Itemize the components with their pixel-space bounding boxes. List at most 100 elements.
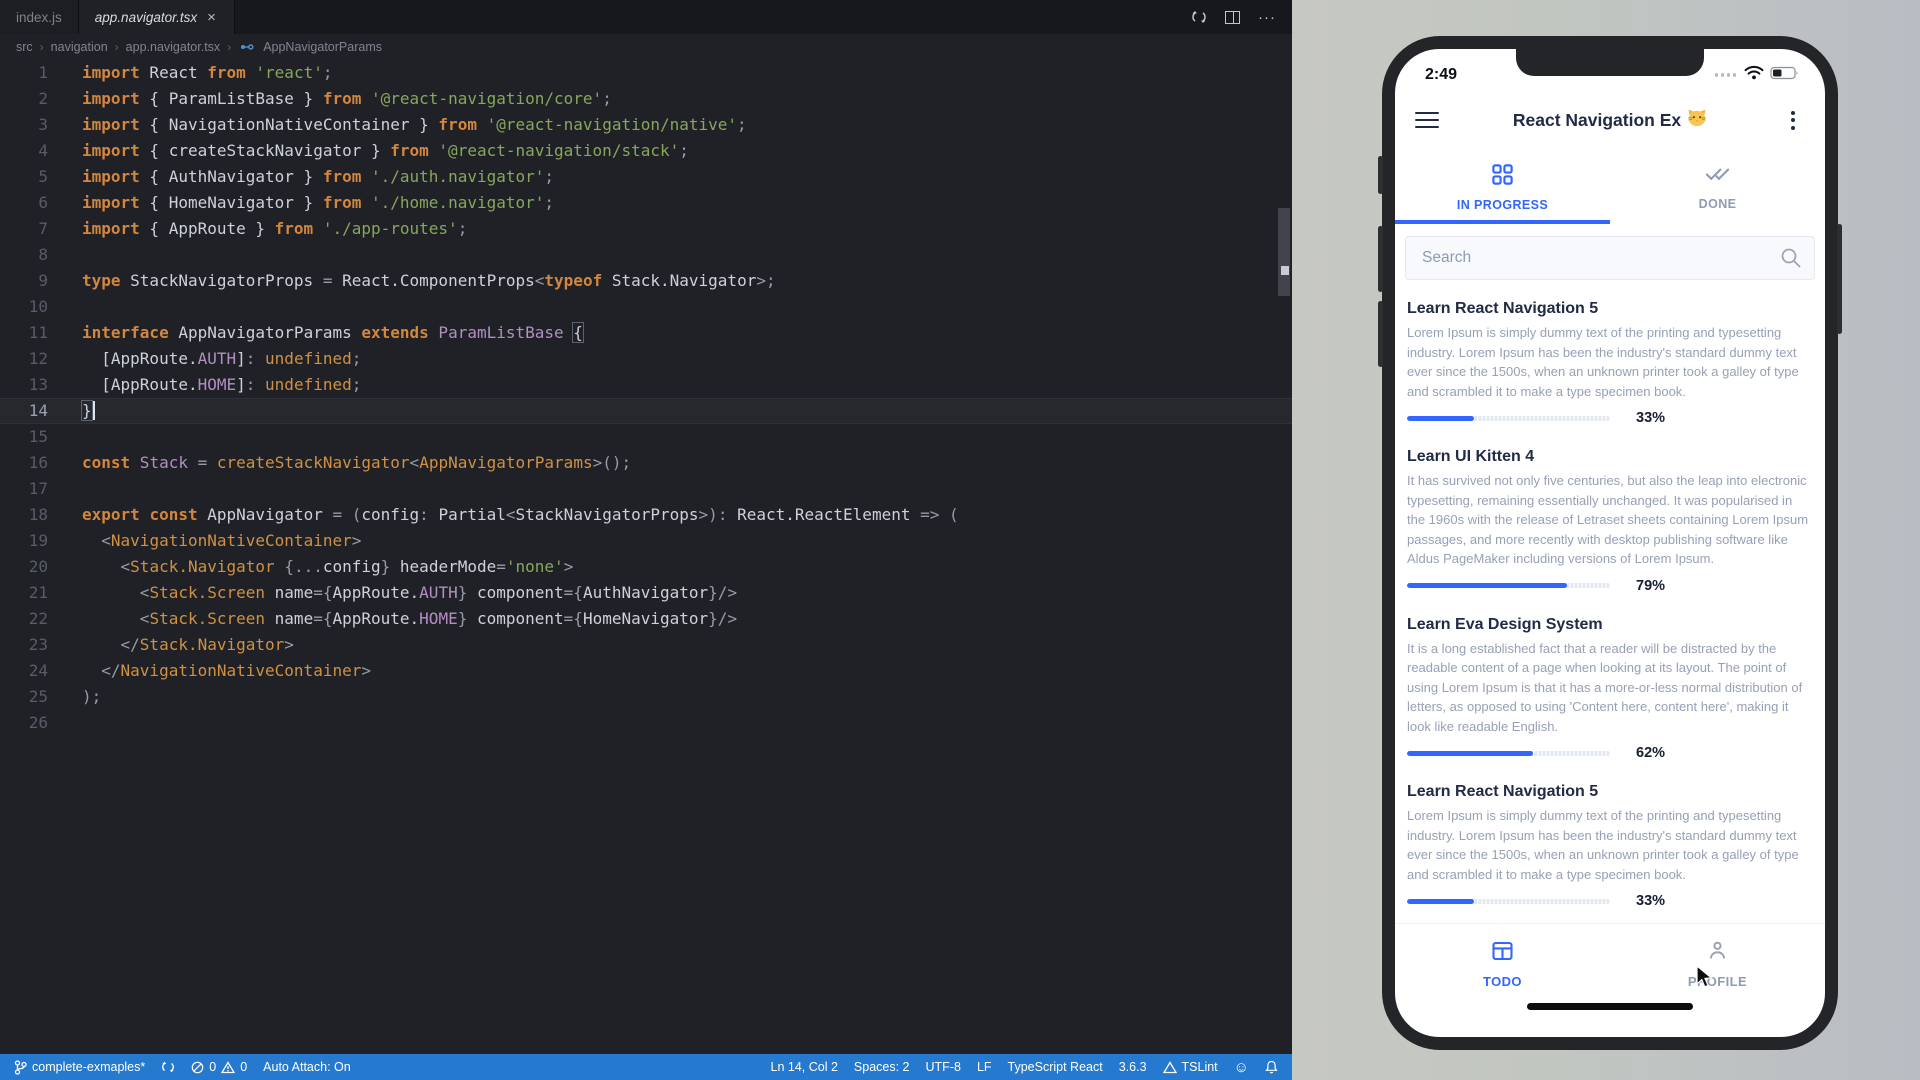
breadcrumb-item-navigation[interactable]: navigation	[51, 40, 108, 54]
volume-down-button[interactable]	[1378, 301, 1383, 367]
progress-fill	[1407, 583, 1567, 588]
code-line[interactable]: 18export const AppNavigator = (config: P…	[0, 502, 1292, 528]
auto-attach-item[interactable]: Auto Attach: On	[263, 1060, 351, 1074]
code-line[interactable]: 26	[0, 710, 1292, 736]
problems-item[interactable]: 0 0	[191, 1060, 247, 1074]
code-line[interactable]: 9type StackNavigatorProps = React.Compon…	[0, 268, 1292, 294]
home-indicator[interactable]	[1527, 1003, 1693, 1010]
bottom-tab-label: TODO	[1483, 974, 1522, 989]
code-line[interactable]: 24 </NavigationNativeContainer>	[0, 658, 1292, 684]
bottom-tab-profile[interactable]: PROFILE	[1610, 924, 1825, 1003]
ts-version-item[interactable]: 3.6.3	[1119, 1060, 1147, 1074]
app-title-text: React Navigation Ex	[1513, 110, 1681, 131]
code-line[interactable]: 3import { NavigationNativeContainer } fr…	[0, 112, 1292, 138]
code-line[interactable]: 6import { HomeNavigator } from './home.n…	[0, 190, 1292, 216]
code-line[interactable]: 5import { AuthNavigator } from './auth.n…	[0, 164, 1292, 190]
sync-status-item[interactable]	[161, 1060, 175, 1074]
split-editor-icon[interactable]	[1225, 11, 1240, 24]
todo-card-progress: 79%	[1407, 578, 1813, 594]
todo-card[interactable]: Learn React Navigation 5 Lorem Ipsum is …	[1405, 290, 1815, 438]
todo-card[interactable]: Learn React Navigation 5 Lorem Ipsum is …	[1405, 773, 1815, 921]
notifications-bell-icon[interactable]	[1265, 1060, 1278, 1074]
todo-card[interactable]: Learn UI Kitten 4 It has survived not on…	[1405, 438, 1815, 606]
todo-list: Learn React Navigation 5 Lorem Ipsum is …	[1395, 284, 1825, 923]
code-line[interactable]: 25);	[0, 684, 1292, 710]
todo-card-description: It has survived not only five centuries,…	[1407, 471, 1813, 569]
breadcrumb-item-src[interactable]: src	[16, 40, 33, 54]
code-lines: 1import React from 'react';2import { Par…	[0, 60, 1292, 736]
overflow-menu-icon[interactable]	[1781, 111, 1805, 130]
volume-up-button[interactable]	[1378, 226, 1383, 292]
breadcrumb-symbol[interactable]: AppNavigatorParams	[263, 40, 382, 54]
search-icon[interactable]	[1779, 246, 1803, 275]
tab-app-navigator[interactable]: app.navigator.tsx ×	[79, 0, 235, 34]
vscode-window: index.js app.navigator.tsx × ··· src › n…	[0, 0, 1292, 1080]
app-title: React Navigation Ex	[1439, 108, 1781, 132]
tslint-label: TSLint	[1182, 1060, 1218, 1074]
code-text	[48, 242, 82, 268]
code-line[interactable]: 19 <NavigationNativeContainer>	[0, 528, 1292, 554]
code-line[interactable]: 13 [AppRoute.HOME]: undefined;	[0, 372, 1292, 398]
code-editor[interactable]: 1import React from 'react';2import { Par…	[0, 60, 1292, 1054]
indentation-item[interactable]: Spaces: 2	[854, 1060, 910, 1074]
code-line[interactable]: 2import { ParamListBase } from '@react-n…	[0, 86, 1292, 112]
code-line[interactable]: 8	[0, 242, 1292, 268]
progress-fill	[1407, 751, 1533, 756]
code-line[interactable]: 7import { AppRoute } from './app-routes'…	[0, 216, 1292, 242]
tab-done[interactable]: DONE	[1610, 157, 1825, 224]
tabbar-spacer	[235, 0, 1191, 34]
git-branch-item[interactable]: complete-exmaples*	[14, 1060, 145, 1075]
code-line[interactable]: 10	[0, 294, 1292, 320]
grid-icon	[1491, 163, 1514, 191]
code-line[interactable]: 15	[0, 424, 1292, 450]
code-line[interactable]: 11interface AppNavigatorParams extends P…	[0, 320, 1292, 346]
progress-track	[1407, 583, 1610, 588]
code-text: </Stack.Navigator>	[48, 632, 294, 658]
mute-switch[interactable]	[1378, 156, 1383, 194]
power-button[interactable]	[1837, 224, 1842, 334]
tab-in-progress[interactable]: IN PROGRESS	[1395, 157, 1610, 224]
more-actions-icon[interactable]: ···	[1258, 9, 1276, 26]
language-mode-item[interactable]: TypeScript React	[1008, 1060, 1103, 1074]
line-number: 10	[0, 294, 48, 320]
code-text: const Stack = createStackNavigator<AppNa…	[48, 450, 631, 476]
line-number: 18	[0, 502, 48, 528]
breadcrumb-separator: ›	[115, 40, 119, 54]
mouse-cursor	[1695, 965, 1717, 994]
code-line[interactable]: 21 <Stack.Screen name={AppRoute.AUTH} co…	[0, 580, 1292, 606]
code-line[interactable]: 12 [AppRoute.AUTH]: undefined;	[0, 346, 1292, 372]
progress-track	[1407, 416, 1610, 421]
code-line[interactable]: 22 <Stack.Screen name={AppRoute.HOME} co…	[0, 606, 1292, 632]
code-line[interactable]: 14}	[0, 398, 1292, 424]
eol-item[interactable]: LF	[977, 1060, 992, 1074]
tslint-item[interactable]: TSLint	[1163, 1060, 1218, 1074]
tab-index-js[interactable]: index.js	[0, 0, 79, 34]
cursor-position-item[interactable]: Ln 14, Col 2	[771, 1060, 838, 1074]
phone-notch	[1516, 49, 1704, 76]
code-line[interactable]: 4import { createStackNavigator } from '@…	[0, 138, 1292, 164]
encoding-item[interactable]: UTF-8	[926, 1060, 961, 1074]
todo-card-progress: 33%	[1407, 893, 1813, 909]
todo-card-progress: 33%	[1407, 410, 1813, 426]
sync-changes-icon[interactable]	[1191, 9, 1207, 25]
code-line[interactable]: 1import React from 'react';	[0, 60, 1292, 86]
code-line[interactable]: 16const Stack = createStackNavigator<App…	[0, 450, 1292, 476]
editor-scrollbar[interactable]	[1278, 208, 1290, 296]
menu-hamburger-icon[interactable]	[1415, 112, 1439, 129]
code-line[interactable]: 17	[0, 476, 1292, 502]
line-number: 11	[0, 320, 48, 346]
search-input[interactable]	[1405, 236, 1815, 280]
tab-close-icon[interactable]: ×	[205, 9, 218, 26]
code-line[interactable]: 23 </Stack.Navigator>	[0, 632, 1292, 658]
bottom-tab-todo[interactable]: TODO	[1395, 924, 1610, 1003]
line-number: 22	[0, 606, 48, 632]
editor-tabbar: index.js app.navigator.tsx × ···	[0, 0, 1292, 34]
feedback-smiley-icon[interactable]: ☺	[1234, 1059, 1249, 1076]
progress-percent-label: 33%	[1636, 410, 1665, 426]
code-line[interactable]: 20 <Stack.Navigator {...config} headerMo…	[0, 554, 1292, 580]
line-number: 17	[0, 476, 48, 502]
breadcrumb-item-file[interactable]: app.navigator.tsx	[126, 40, 221, 54]
line-number: 1	[0, 60, 48, 86]
tab-label: app.navigator.tsx	[95, 10, 197, 25]
todo-card[interactable]: Learn Eva Design System It is a long est…	[1405, 606, 1815, 774]
